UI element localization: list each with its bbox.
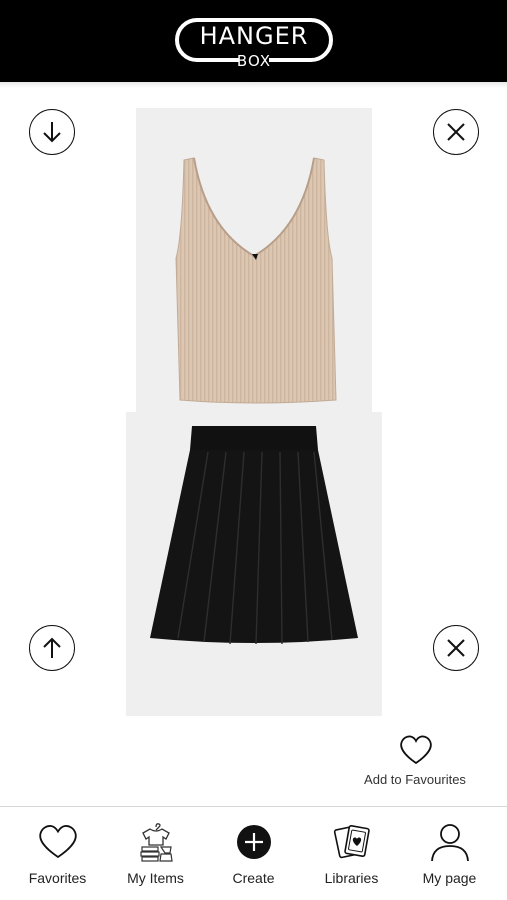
add-to-favourites-button[interactable]: Add to Favourites: [356, 734, 476, 792]
add-to-favourites-label: Add to Favourites: [364, 772, 466, 787]
logo-text-hanger: HANGER: [199, 22, 309, 50]
hanger-box-logo: HANGER BOX: [175, 14, 333, 70]
tab-label: My Items: [127, 870, 184, 886]
close-icon: [447, 123, 465, 141]
header-divider: [0, 82, 507, 88]
cards-icon: [333, 824, 370, 859]
arrow-up-icon: [43, 637, 61, 658]
tab-label: My page: [422, 870, 477, 886]
user-icon: [431, 824, 469, 862]
move-down-button[interactable]: [29, 109, 75, 155]
tab-my-page[interactable]: My page: [399, 807, 500, 900]
arrow-down-icon: [43, 122, 61, 143]
remove-top-button[interactable]: [433, 109, 479, 155]
heart-icon: [400, 735, 432, 765]
tab-label: Create: [232, 870, 275, 886]
bottom-garment-image[interactable]: [126, 412, 382, 716]
tab-libraries[interactable]: Libraries: [301, 807, 402, 900]
bottom-tab-bar: Favorites My Items Create Libraries My p…: [0, 806, 507, 900]
remove-bottom-button[interactable]: [433, 625, 479, 671]
logo-text-box: BOX: [236, 52, 272, 70]
plus-circle-icon: [237, 825, 271, 859]
close-icon: [447, 639, 465, 657]
move-up-button[interactable]: [29, 625, 75, 671]
app-header: HANGER BOX: [0, 0, 507, 82]
tab-my-items[interactable]: My Items: [105, 807, 206, 900]
tab-label: Favorites: [28, 870, 87, 886]
top-garment-image[interactable]: [136, 108, 372, 412]
tab-label: Libraries: [324, 870, 379, 886]
clothes-stack-icon: [140, 823, 173, 862]
tab-create[interactable]: Create: [203, 807, 304, 900]
heart-icon: [39, 825, 77, 859]
tab-favorites[interactable]: Favorites: [7, 807, 108, 900]
